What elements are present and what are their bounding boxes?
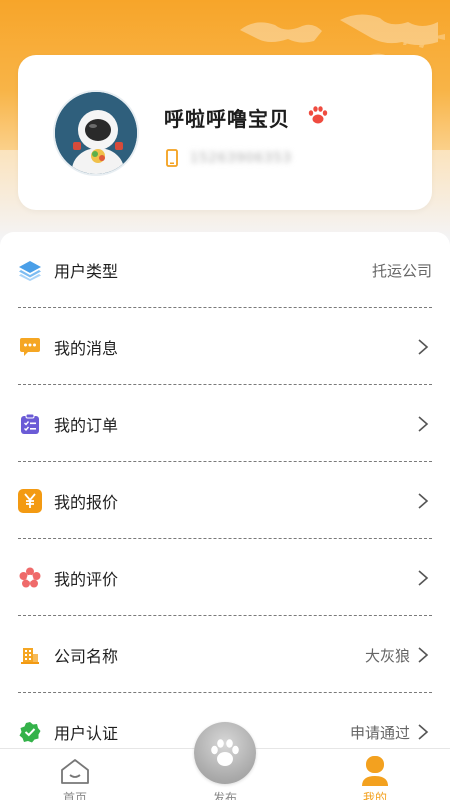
chevron-right-icon [418, 416, 429, 432]
verified-icon [18, 720, 42, 744]
tab-home-label: 首页 [62, 791, 87, 800]
layers-icon [18, 258, 42, 282]
building-icon [18, 643, 42, 667]
astronaut-avatar-icon [55, 92, 137, 174]
menu-label: 公司名称 [54, 647, 119, 666]
chevron-right-icon [418, 493, 429, 509]
tab-mine[interactable]: 我的 [335, 749, 415, 800]
chevron-right-icon [418, 339, 429, 355]
chevron-right-icon [418, 724, 429, 740]
menu-item-user-type[interactable]: 用户类型 托运公司 [18, 232, 432, 308]
tab-mine-label: 我的 [362, 791, 387, 800]
company-name-value: 大灰狼 [364, 646, 410, 665]
user-icon [362, 756, 388, 786]
menu-item-reviews[interactable]: 我的评价 [18, 540, 432, 616]
verification-status-value: 申请通过 [349, 723, 410, 742]
clipboard-icon [18, 412, 42, 436]
publish-fab-button[interactable] [194, 722, 256, 784]
tab-home[interactable]: 首页 [35, 749, 115, 800]
menu-label: 用户认证 [54, 724, 119, 743]
menu-list: 用户类型 托运公司 我的消息 我的订单 我的报价 我的评价 公司名称 大灰狼 用… [0, 232, 450, 762]
user-type-value: 托运公司 [371, 261, 432, 280]
home-icon [61, 759, 89, 784]
message-icon [18, 335, 42, 359]
menu-label: 我的订单 [54, 416, 119, 435]
flower-icon [18, 566, 42, 590]
menu-label: 我的消息 [54, 339, 119, 358]
phone-row: 15263906353 [166, 149, 292, 167]
menu-label: 我的评价 [54, 570, 119, 589]
menu-label: 我的报价 [54, 493, 119, 512]
paw-icon [308, 106, 328, 124]
chevron-right-icon [418, 570, 429, 586]
menu-item-company-name[interactable]: 公司名称 大灰狼 [18, 617, 432, 693]
avatar[interactable] [53, 90, 139, 176]
menu-item-quotes[interactable]: 我的报价 [18, 463, 432, 539]
user-name: 呼啦呼噜宝贝 [164, 107, 290, 131]
chevron-right-icon [418, 647, 429, 663]
paw-icon [211, 739, 239, 766]
menu-item-orders[interactable]: 我的订单 [18, 386, 432, 462]
menu-item-messages[interactable]: 我的消息 [18, 309, 432, 385]
tab-publish-label: 发布 [212, 791, 237, 800]
menu-label: 用户类型 [54, 262, 119, 281]
yen-icon [18, 489, 42, 513]
phone-icon [166, 149, 178, 167]
phone-number: 15263906353 [190, 150, 292, 166]
profile-card[interactable]: 呼啦呼噜宝贝 15263906353 [18, 55, 432, 210]
